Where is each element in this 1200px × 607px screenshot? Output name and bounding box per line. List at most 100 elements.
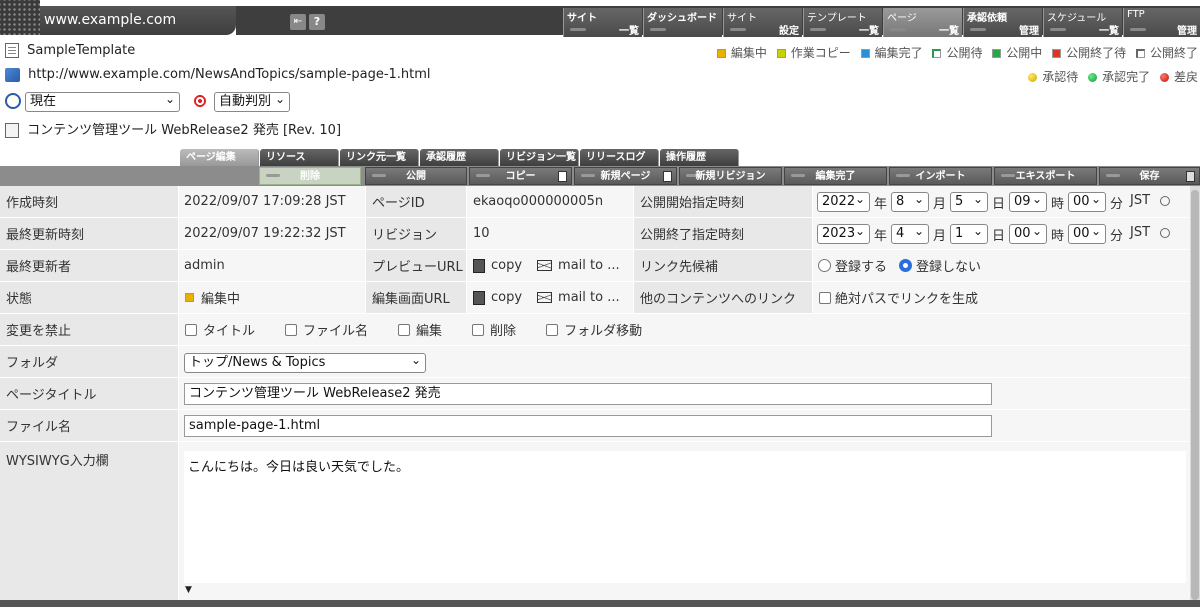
auto-select-value: 自動判別 bbox=[219, 94, 272, 109]
edit-mailto-link[interactable]: mail to ... bbox=[558, 290, 620, 305]
clock-icon[interactable] bbox=[1160, 196, 1170, 206]
pub-start-day-select[interactable]: 5 bbox=[950, 190, 988, 212]
button-label: 新規ページ bbox=[600, 171, 651, 182]
status-swatch bbox=[716, 49, 726, 58]
folder-select-value: トップ/News & Topics bbox=[189, 355, 326, 370]
new-page-button[interactable]: 新規ページ bbox=[574, 167, 677, 185]
scrollbar-thumb[interactable] bbox=[1191, 190, 1199, 600]
preview-url-label: プレビューURL bbox=[366, 250, 466, 281]
copy-icon[interactable] bbox=[473, 258, 485, 273]
form-row-updater: 最終更新者 admin プレビューURL copy mail to ... リン… bbox=[0, 250, 1190, 282]
pub-end-minute-select[interactable]: 00 bbox=[1068, 222, 1106, 244]
tab-page-edit[interactable]: ページ編集 bbox=[180, 149, 259, 166]
status-swatch bbox=[185, 293, 194, 302]
pub-start-minute-select[interactable]: 00 bbox=[1068, 190, 1106, 212]
page-url[interactable]: http://www.example.com/NewsAndTopics/sam… bbox=[28, 67, 430, 82]
lock-filename-checkbox[interactable] bbox=[285, 323, 298, 336]
tab-resources[interactable]: リソース bbox=[260, 149, 339, 166]
tab-link-sources[interactable]: リンク元一覧 bbox=[340, 149, 419, 166]
legend-label: 承認完了 bbox=[1102, 70, 1151, 84]
updated-label: 最終更新時刻 bbox=[0, 218, 178, 249]
page-title-input[interactable]: コンテンツ管理ツール WebRelease2 発売 bbox=[184, 383, 992, 405]
wysiwyg-editor[interactable]: こんにちは。今日は良い天気でした。 bbox=[184, 451, 1186, 583]
select-value: 5 bbox=[955, 194, 964, 209]
preview-url-actions: copy mail to ... bbox=[467, 250, 633, 281]
nav-ftp-manage[interactable]: FTP 管理 bbox=[1123, 8, 1200, 37]
copy-button[interactable]: コピー bbox=[469, 167, 572, 185]
legend-item: 編集中 bbox=[716, 44, 767, 61]
time-select[interactable]: 現在 bbox=[25, 90, 180, 112]
mail-icon[interactable] bbox=[537, 292, 553, 303]
auto-detect-select[interactable]: 自動判別 bbox=[214, 90, 290, 112]
nav-sublabel: 管理 bbox=[1019, 26, 1039, 37]
save-icon bbox=[1186, 171, 1195, 182]
copy-icon[interactable] bbox=[473, 290, 485, 305]
other-links-label: 他のコンテンツへのリンク bbox=[634, 282, 812, 313]
pub-start-month-select[interactable]: 8 bbox=[891, 190, 929, 212]
nav-site-settings[interactable]: サイト 設定 bbox=[723, 8, 802, 37]
tab-operation-history[interactable]: 操作履歴 bbox=[660, 149, 739, 166]
nav-site-list[interactable]: サイト 一覧 bbox=[563, 8, 642, 37]
nav-dashboard[interactable]: ダッシュボード bbox=[643, 8, 722, 37]
register-yes-radio[interactable] bbox=[818, 259, 831, 272]
publish-start-label: 公開開始指定時刻 bbox=[634, 186, 812, 217]
register-yes-label: 登録する bbox=[835, 260, 888, 275]
lock-title-checkbox[interactable] bbox=[185, 323, 197, 336]
clock-icon[interactable] bbox=[1160, 228, 1170, 238]
save-button[interactable]: 保存 bbox=[1099, 167, 1200, 185]
legend-item: 公開終了 bbox=[1135, 44, 1198, 61]
abs-path-checkbox[interactable] bbox=[819, 291, 831, 304]
tab-approval-history[interactable]: 承認履歴 bbox=[420, 149, 499, 166]
unit-hour: 時 bbox=[1051, 197, 1065, 212]
publish-button[interactable]: 公開 bbox=[365, 167, 467, 185]
edit-complete-button[interactable]: 編集完了 bbox=[784, 167, 887, 185]
select-value: 2022 bbox=[822, 194, 856, 209]
lock-options: タイトル ファイル名 編集 削除 フォルダ移動 bbox=[179, 314, 1190, 345]
back-icon[interactable]: ⇤ bbox=[290, 14, 306, 30]
nav-page-list[interactable]: ページ 一覧 bbox=[883, 8, 962, 37]
created-label: 作成時刻 bbox=[0, 186, 178, 217]
preview-mailto-link[interactable]: mail to ... bbox=[558, 258, 620, 273]
created-value: 2022/09/07 17:09:28 JST bbox=[179, 186, 365, 217]
nav-sublabel: 一覧 bbox=[939, 26, 959, 37]
legend-label: 公開中 bbox=[1006, 46, 1043, 60]
select-value: 00 bbox=[1014, 226, 1031, 241]
expand-arrow-icon[interactable]: ▼ bbox=[185, 585, 192, 595]
register-no-radio[interactable] bbox=[899, 259, 913, 272]
wysiwyg-label: WYSIWYG入力欄 bbox=[0, 442, 178, 600]
help-icon[interactable]: ? bbox=[309, 14, 325, 30]
form-row-updated: 最終更新時刻 2022/09/07 19:22:32 JST リビジョン 10 … bbox=[0, 218, 1190, 250]
lock-edit-checkbox[interactable] bbox=[398, 323, 411, 336]
nav-template-list[interactable]: テンプレート 一覧 bbox=[803, 8, 882, 37]
page-icon bbox=[5, 123, 19, 138]
new-revision-button[interactable]: 新規リビジョン bbox=[679, 167, 782, 185]
form-row-title: ページタイトル コンテンツ管理ツール WebRelease2 発売 bbox=[0, 378, 1190, 410]
nav-approval-manage[interactable]: 承認依頼 管理 bbox=[963, 8, 1042, 37]
pub-end-year-select[interactable]: 2023 bbox=[817, 222, 870, 244]
tab-release-log[interactable]: リリースログ bbox=[580, 149, 659, 166]
pub-end-month-select[interactable]: 4 bbox=[891, 222, 929, 244]
pub-start-year-select[interactable]: 2022 bbox=[817, 190, 870, 212]
edit-url-label: 編集画面URL bbox=[366, 282, 466, 313]
delete-button[interactable]: 削除 bbox=[259, 167, 361, 185]
nav-label: サイト bbox=[727, 13, 757, 24]
filename-input[interactable]: sample-page-1.html bbox=[184, 415, 992, 437]
import-button[interactable]: インポート bbox=[889, 167, 992, 185]
preview-copy-link[interactable]: copy bbox=[491, 258, 522, 273]
unit-year: 年 bbox=[874, 229, 888, 244]
mail-icon[interactable] bbox=[537, 260, 553, 271]
legend-label: 公開終了 bbox=[1149, 46, 1198, 60]
tab-revision-list[interactable]: リビジョン一覧 bbox=[500, 149, 579, 166]
pub-start-hour-select[interactable]: 09 bbox=[1009, 190, 1047, 212]
unit-year: 年 bbox=[874, 197, 888, 212]
export-button[interactable]: エキスポート bbox=[994, 167, 1097, 185]
folder-select[interactable]: トップ/News & Topics bbox=[184, 351, 426, 373]
legend-label: 公開待 bbox=[946, 46, 983, 60]
pub-end-day-select[interactable]: 1 bbox=[950, 222, 988, 244]
time-select-value: 現在 bbox=[30, 94, 57, 109]
nav-schedule-list[interactable]: スケジュール 一覧 bbox=[1043, 8, 1122, 37]
edit-copy-link[interactable]: copy bbox=[491, 290, 522, 305]
pub-end-hour-select[interactable]: 00 bbox=[1009, 222, 1047, 244]
lock-delete-checkbox[interactable] bbox=[472, 323, 485, 336]
lock-move-checkbox[interactable] bbox=[546, 323, 559, 336]
